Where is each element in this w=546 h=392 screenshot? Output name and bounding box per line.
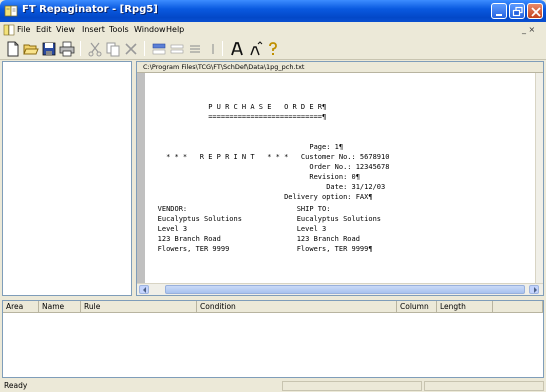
chevron-left-icon [143, 287, 146, 293]
document-line: Revision: 0¶ [145, 173, 360, 181]
document-line: VENDOR: SHIP TO: [145, 205, 331, 213]
column-header-area[interactable]: Area [3, 301, 39, 313]
toolbar-separator [222, 41, 223, 56]
new-button[interactable] [4, 40, 22, 58]
status-panel [424, 381, 544, 391]
list-button[interactable] [186, 40, 204, 58]
open-button[interactable] [22, 40, 40, 58]
document-text[interactable]: P U R C H A S E O R D E R¶ =============… [145, 73, 535, 283]
minimize-button[interactable] [491, 3, 507, 19]
separator-icon [212, 44, 214, 54]
rules-table[interactable]: Area Name Rule Condition Column Length [2, 300, 544, 378]
close-button[interactable] [527, 3, 543, 19]
document-path-bar: C:\Program Files\TCG\FT\SchDef\Data\1pg_… [137, 62, 543, 73]
status-text: Ready [4, 381, 28, 390]
document-window-icon[interactable] [3, 24, 15, 36]
copy-icon [106, 42, 120, 57]
document-line: ===========================¶ [145, 113, 327, 121]
menu-help[interactable]: Help [166, 25, 184, 34]
cut-icon [88, 42, 102, 57]
toolbar-separator [144, 41, 145, 56]
separator-button[interactable] [204, 40, 222, 58]
document-line: Page: 1¶ [145, 143, 344, 151]
column-header-length[interactable]: Length [437, 301, 493, 313]
help-button[interactable] [264, 40, 282, 58]
align-icon [170, 44, 184, 54]
menu-view[interactable]: View [56, 25, 75, 34]
delete-button[interactable] [122, 40, 140, 58]
horizontal-scrollbar[interactable] [137, 283, 543, 295]
list-icon [190, 45, 200, 53]
scroll-left-button[interactable] [139, 285, 149, 294]
scroll-right-button[interactable] [529, 285, 539, 294]
font-size-button[interactable] [228, 40, 246, 58]
minimize-icon [496, 14, 502, 16]
save-button[interactable] [40, 40, 58, 58]
menu-insert[interactable]: Insert [82, 25, 105, 34]
document-line: Delivery option: FAX¶ [145, 193, 373, 201]
chevron-right-icon [534, 287, 537, 293]
document-line: P U R C H A S E O R D E R¶ [145, 103, 327, 111]
horizontal-scroll-thumb[interactable] [165, 285, 525, 294]
mdi-window-controls[interactable]: _ × [522, 25, 535, 34]
document-view[interactable]: C:\Program Files\TCG\FT\SchDef\Data\1pg_… [136, 61, 544, 296]
menu-window[interactable]: Window [134, 25, 166, 34]
insert-row-icon [152, 43, 166, 55]
print-button[interactable] [58, 40, 76, 58]
menu-edit[interactable]: Edit [36, 25, 52, 34]
window-title: FT Repaginator - [Rpg5] [22, 4, 158, 15]
menu-bar: File Edit View Insert Tools Window Help … [0, 22, 546, 38]
toolbar [0, 38, 546, 60]
close-icon [531, 7, 541, 17]
column-header-column[interactable]: Column [397, 301, 437, 313]
column-header-filler [493, 301, 543, 313]
area-tree-pane[interactable] [2, 61, 132, 296]
document-line: Order No.: 12345678 [145, 163, 390, 171]
status-panel [282, 381, 422, 391]
print-icon [59, 41, 75, 57]
maximize-button[interactable] [509, 3, 525, 19]
document-line: 123 Branch Road 123 Branch Road [145, 235, 360, 243]
column-header-name[interactable]: Name [39, 301, 81, 313]
delete-icon [125, 43, 137, 55]
column-header-rule[interactable]: Rule [81, 301, 197, 313]
menu-tools[interactable]: Tools [109, 25, 129, 34]
title-bar[interactable]: FT Repaginator - [Rpg5] [0, 0, 546, 22]
font-shrink-button[interactable] [246, 40, 264, 58]
menu-file[interactable]: File [17, 25, 30, 34]
document-line: Date: 31/12/03 [145, 183, 386, 191]
insert-row-button[interactable] [150, 40, 168, 58]
font-size-icon [231, 42, 243, 56]
column-header-condition[interactable]: Condition [197, 301, 397, 313]
document-line: Flowers, TER 9999 Flowers, TER 9999¶ [145, 245, 373, 253]
document-line: Eucalyptus Solutions Eucalyptus Solution… [145, 215, 382, 223]
align-button[interactable] [168, 40, 186, 58]
open-icon [23, 44, 39, 55]
vertical-scrollbar[interactable] [535, 73, 543, 283]
status-bar: Ready [0, 380, 546, 392]
document-line: Level 3 Level 3 [145, 225, 327, 233]
toolbar-separator [80, 41, 81, 56]
document-gutter [137, 73, 145, 283]
new-icon [7, 41, 19, 57]
restore-icon [512, 6, 523, 17]
app-icon [4, 5, 18, 17]
document-path: C:\Program Files\TCG\FT\SchDef\Data\1pg_… [143, 63, 305, 71]
cut-button[interactable] [86, 40, 104, 58]
document-line: * * * R E P R I N T * * * Customer No.: … [145, 153, 390, 161]
copy-button[interactable] [104, 40, 122, 58]
font-shrink-icon [250, 41, 263, 56]
save-icon [42, 42, 56, 56]
help-icon [269, 42, 277, 55]
